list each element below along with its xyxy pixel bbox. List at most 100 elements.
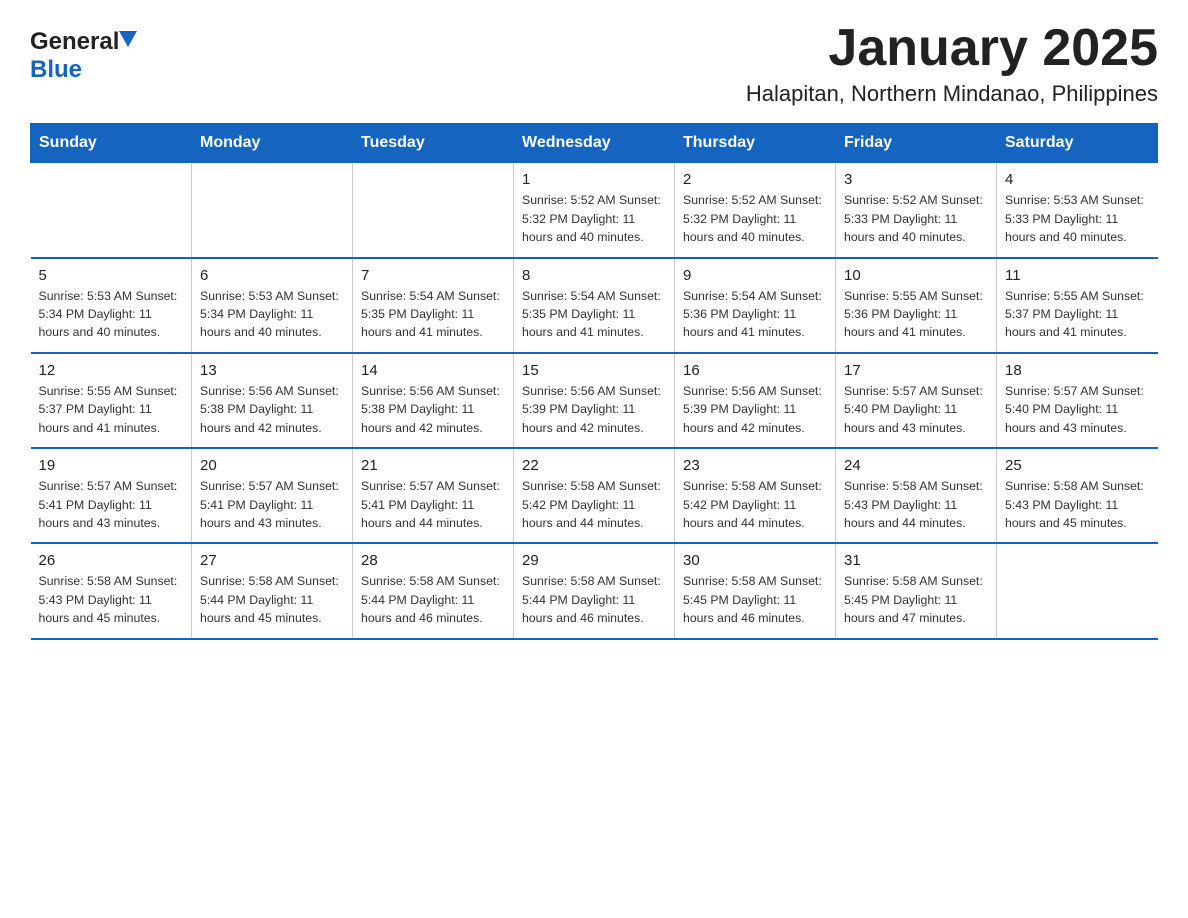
day-number: 24 bbox=[844, 457, 988, 474]
day-info: Sunrise: 5:52 AM Sunset: 5:33 PM Dayligh… bbox=[844, 191, 988, 246]
page-title: January 2025 bbox=[746, 20, 1158, 77]
day-number: 22 bbox=[522, 457, 666, 474]
day-info: Sunrise: 5:55 AM Sunset: 5:36 PM Dayligh… bbox=[844, 287, 988, 342]
header-cell-tuesday: Tuesday bbox=[353, 124, 514, 163]
calendar-cell: 11 Sunrise: 5:55 AM Sunset: 5:37 PM Dayli… bbox=[997, 258, 1158, 353]
day-number: 6 bbox=[200, 267, 344, 284]
day-number: 13 bbox=[200, 362, 344, 379]
day-info: Sunrise: 5:56 AM Sunset: 5:39 PM Dayligh… bbox=[522, 382, 666, 437]
day-info: Sunrise: 5:58 AM Sunset: 5:43 PM Dayligh… bbox=[39, 572, 184, 627]
calendar-cell: 8 Sunrise: 5:54 AM Sunset: 5:35 PM Daylig… bbox=[514, 258, 675, 353]
calendar-table: SundayMondayTuesdayWednesdayThursdayFrid… bbox=[30, 123, 1158, 640]
day-number: 7 bbox=[361, 267, 505, 284]
day-info: Sunrise: 5:56 AM Sunset: 5:38 PM Dayligh… bbox=[200, 382, 344, 437]
day-info: Sunrise: 5:56 AM Sunset: 5:39 PM Dayligh… bbox=[683, 382, 827, 437]
header-cell-friday: Friday bbox=[836, 124, 997, 163]
day-number: 11 bbox=[1005, 267, 1150, 284]
header-row: SundayMondayTuesdayWednesdayThursdayFrid… bbox=[31, 124, 1158, 163]
calendar-cell: 18 Sunrise: 5:57 AM Sunset: 5:40 PM Dayli… bbox=[997, 353, 1158, 448]
day-number: 3 bbox=[844, 171, 988, 188]
day-info: Sunrise: 5:57 AM Sunset: 5:41 PM Dayligh… bbox=[39, 477, 184, 532]
calendar-cell: 24Sunrise: 5:58 AM Sunset: 5:43 PM Dayli… bbox=[836, 448, 997, 543]
calendar-week-1: 1Sunrise: 5:52 AM Sunset: 5:32 PM Daylig… bbox=[31, 163, 1158, 258]
day-info: Sunrise: 5:55 AM Sunset: 5:37 PM Dayligh… bbox=[39, 382, 184, 437]
day-number: 5 bbox=[39, 267, 184, 284]
logo-general: General bbox=[30, 28, 119, 56]
day-number: 4 bbox=[1005, 171, 1150, 188]
day-info: Sunrise: 5:55 AM Sunset: 5:37 PM Dayligh… bbox=[1005, 287, 1150, 342]
calendar-cell: 3 Sunrise: 5:52 AM Sunset: 5:33 PM Daylig… bbox=[836, 163, 997, 258]
day-info: Sunrise: 5:53 AM Sunset: 5:34 PM Dayligh… bbox=[39, 287, 184, 342]
calendar-cell: 30Sunrise: 5:58 AM Sunset: 5:45 PM Dayli… bbox=[675, 543, 836, 638]
calendar-cell: 21Sunrise: 5:57 AM Sunset: 5:41 PM Dayli… bbox=[353, 448, 514, 543]
calendar-cell: 28 Sunrise: 5:58 AM Sunset: 5:44 PM Dayli… bbox=[353, 543, 514, 638]
day-number: 30 bbox=[683, 552, 827, 569]
calendar-cell: 26 Sunrise: 5:58 AM Sunset: 5:43 PM Dayli… bbox=[31, 543, 192, 638]
day-number: 18 bbox=[1005, 362, 1150, 379]
header-cell-thursday: Thursday bbox=[675, 124, 836, 163]
day-number: 25 bbox=[1005, 457, 1150, 474]
day-info: Sunrise: 5:58 AM Sunset: 5:44 PM Dayligh… bbox=[361, 572, 505, 627]
header-cell-sunday: Sunday bbox=[31, 124, 192, 163]
day-info: Sunrise: 5:58 AM Sunset: 5:45 PM Dayligh… bbox=[844, 572, 988, 627]
calendar-cell: 29 Sunrise: 5:58 AM Sunset: 5:44 PM Dayli… bbox=[514, 543, 675, 638]
day-info: Sunrise: 5:58 AM Sunset: 5:44 PM Dayligh… bbox=[522, 572, 666, 627]
day-number: 16 bbox=[683, 362, 827, 379]
calendar-cell: 20Sunrise: 5:57 AM Sunset: 5:41 PM Dayli… bbox=[192, 448, 353, 543]
day-number: 8 bbox=[522, 267, 666, 284]
day-info: Sunrise: 5:54 AM Sunset: 5:35 PM Dayligh… bbox=[361, 287, 505, 342]
logo-triangle-icon bbox=[119, 31, 137, 54]
header-cell-wednesday: Wednesday bbox=[514, 124, 675, 163]
day-info: Sunrise: 5:53 AM Sunset: 5:33 PM Dayligh… bbox=[1005, 191, 1150, 246]
calendar-cell: 6Sunrise: 5:53 AM Sunset: 5:34 PM Daylig… bbox=[192, 258, 353, 353]
calendar-cell: 13 Sunrise: 5:56 AM Sunset: 5:38 PM Dayli… bbox=[192, 353, 353, 448]
calendar-cell: 4 Sunrise: 5:53 AM Sunset: 5:33 PM Daylig… bbox=[997, 163, 1158, 258]
day-number: 15 bbox=[522, 362, 666, 379]
day-number: 28 bbox=[361, 552, 505, 569]
day-info: Sunrise: 5:56 AM Sunset: 5:38 PM Dayligh… bbox=[361, 382, 505, 437]
logo-blue: Blue bbox=[30, 56, 82, 84]
calendar-cell: 14 Sunrise: 5:56 AM Sunset: 5:38 PM Dayli… bbox=[353, 353, 514, 448]
calendar-cell: 12 Sunrise: 5:55 AM Sunset: 5:37 PM Dayli… bbox=[31, 353, 192, 448]
calendar-cell: 7 Sunrise: 5:54 AM Sunset: 5:35 PM Daylig… bbox=[353, 258, 514, 353]
calendar-cell: 5 Sunrise: 5:53 AM Sunset: 5:34 PM Daylig… bbox=[31, 258, 192, 353]
calendar-cell: 2 Sunrise: 5:52 AM Sunset: 5:32 PM Daylig… bbox=[675, 163, 836, 258]
day-info: Sunrise: 5:57 AM Sunset: 5:41 PM Dayligh… bbox=[200, 477, 344, 532]
day-number: 17 bbox=[844, 362, 988, 379]
calendar-cell: 25 Sunrise: 5:58 AM Sunset: 5:43 PM Dayli… bbox=[997, 448, 1158, 543]
day-number: 2 bbox=[683, 171, 827, 188]
day-info: Sunrise: 5:58 AM Sunset: 5:42 PM Dayligh… bbox=[522, 477, 666, 532]
day-number: 27 bbox=[200, 552, 344, 569]
calendar-week-3: 12 Sunrise: 5:55 AM Sunset: 5:37 PM Dayli… bbox=[31, 353, 1158, 448]
calendar-body: 1Sunrise: 5:52 AM Sunset: 5:32 PM Daylig… bbox=[31, 163, 1158, 639]
day-number: 21 bbox=[361, 457, 505, 474]
calendar-cell: 1Sunrise: 5:52 AM Sunset: 5:32 PM Daylig… bbox=[514, 163, 675, 258]
calendar-cell: 10Sunrise: 5:55 AM Sunset: 5:36 PM Dayli… bbox=[836, 258, 997, 353]
calendar-cell: 27 Sunrise: 5:58 AM Sunset: 5:44 PM Dayli… bbox=[192, 543, 353, 638]
title-block: January 2025 Halapitan, Northern Mindana… bbox=[746, 20, 1158, 107]
day-info: Sunrise: 5:58 AM Sunset: 5:43 PM Dayligh… bbox=[1005, 477, 1150, 532]
day-info: Sunrise: 5:52 AM Sunset: 5:32 PM Dayligh… bbox=[522, 191, 666, 246]
day-number: 29 bbox=[522, 552, 666, 569]
calendar-week-5: 26 Sunrise: 5:58 AM Sunset: 5:43 PM Dayli… bbox=[31, 543, 1158, 638]
day-number: 23 bbox=[683, 457, 827, 474]
calendar-cell bbox=[31, 163, 192, 258]
page-subtitle: Halapitan, Northern Mindanao, Philippine… bbox=[746, 81, 1158, 107]
logo: General Blue bbox=[30, 28, 137, 84]
day-info: Sunrise: 5:52 AM Sunset: 5:32 PM Dayligh… bbox=[683, 191, 827, 246]
calendar-cell: 9 Sunrise: 5:54 AM Sunset: 5:36 PM Daylig… bbox=[675, 258, 836, 353]
day-number: 19 bbox=[39, 457, 184, 474]
calendar-cell: 17 Sunrise: 5:57 AM Sunset: 5:40 PM Dayli… bbox=[836, 353, 997, 448]
day-number: 12 bbox=[39, 362, 184, 379]
day-number: 9 bbox=[683, 267, 827, 284]
day-info: Sunrise: 5:57 AM Sunset: 5:40 PM Dayligh… bbox=[1005, 382, 1150, 437]
day-number: 26 bbox=[39, 552, 184, 569]
header-cell-monday: Monday bbox=[192, 124, 353, 163]
day-info: Sunrise: 5:54 AM Sunset: 5:36 PM Dayligh… bbox=[683, 287, 827, 342]
day-info: Sunrise: 5:54 AM Sunset: 5:35 PM Dayligh… bbox=[522, 287, 666, 342]
day-info: Sunrise: 5:58 AM Sunset: 5:44 PM Dayligh… bbox=[200, 572, 344, 627]
day-number: 14 bbox=[361, 362, 505, 379]
calendar-week-4: 19 Sunrise: 5:57 AM Sunset: 5:41 PM Dayli… bbox=[31, 448, 1158, 543]
calendar-cell bbox=[192, 163, 353, 258]
day-info: Sunrise: 5:57 AM Sunset: 5:40 PM Dayligh… bbox=[844, 382, 988, 437]
